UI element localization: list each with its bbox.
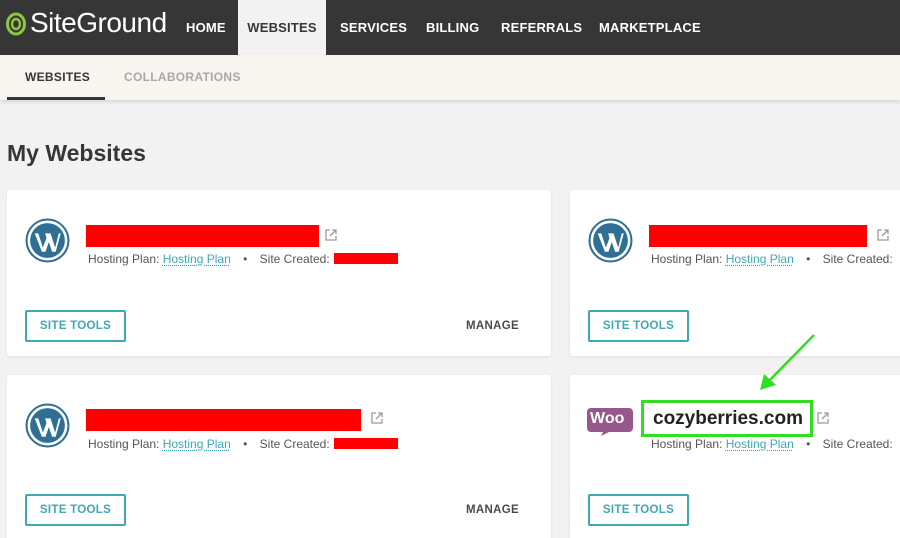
page-title: My Websites	[7, 140, 146, 167]
nav-billing[interactable]: BILLING	[426, 0, 479, 55]
hosting-plan-link[interactable]: Hosting Plan	[726, 252, 794, 266]
separator-dot: •	[806, 437, 810, 451]
nav-services[interactable]: SERVICES	[340, 0, 407, 55]
siteground-logo-icon	[6, 8, 26, 38]
nav-marketplace[interactable]: MARKETPLACE	[599, 0, 701, 55]
external-link-icon[interactable]	[370, 411, 384, 425]
woocommerce-icon: Woo	[587, 408, 633, 436]
nav-home[interactable]: HOME	[186, 0, 226, 55]
site-tools-button[interactable]: SITE TOOLS	[25, 310, 126, 342]
tab-websites[interactable]: WEBSITES	[25, 55, 90, 100]
hosting-plan-link[interactable]: Hosting Plan	[726, 437, 794, 451]
site-name-redacted[interactable]	[86, 409, 361, 431]
manage-button[interactable]: MANAGE	[466, 504, 519, 516]
hosting-plan-label: Hosting Plan:	[651, 437, 722, 451]
separator-dot: •	[243, 437, 247, 451]
brand-name: SiteGround	[30, 7, 167, 39]
separator-dot: •	[806, 252, 810, 266]
external-link-icon[interactable]	[324, 228, 338, 242]
site-card: Hosting Plan: Hosting Plan • Site Create…	[7, 190, 551, 356]
site-meta: Hosting Plan: Hosting Plan • Site Create…	[651, 252, 893, 266]
site-meta: Hosting Plan: Hosting Plan • Site Create…	[651, 437, 893, 451]
site-created-label: Site Created:	[823, 437, 893, 451]
site-name-highlight: cozyberries.com	[641, 400, 813, 437]
site-created-redacted	[334, 253, 398, 264]
site-name-redacted[interactable]	[649, 225, 867, 247]
siteground-logo[interactable]: SiteGround	[6, 6, 167, 40]
site-created-label: Site Created:	[260, 252, 330, 266]
manage-button[interactable]: MANAGE	[466, 320, 519, 332]
sub-navigation: WEBSITES COLLABORATIONS	[0, 55, 900, 100]
hosting-plan-label: Hosting Plan:	[651, 252, 722, 266]
nav-referrals[interactable]: REFERRALS	[501, 0, 582, 55]
tab-collaborations[interactable]: COLLABORATIONS	[124, 55, 241, 100]
top-navigation: SiteGround HOME WEBSITES SERVICES BILLIN…	[0, 0, 900, 55]
site-card: Hosting Plan: Hosting Plan • Site Create…	[570, 190, 900, 356]
hosting-plan-link[interactable]: Hosting Plan	[163, 437, 231, 451]
site-tools-button[interactable]: SITE TOOLS	[25, 494, 126, 526]
site-tools-button[interactable]: SITE TOOLS	[588, 494, 689, 526]
hosting-plan-link[interactable]: Hosting Plan	[163, 252, 231, 266]
site-name-redacted[interactable]	[86, 225, 319, 247]
site-created-label: Site Created:	[260, 437, 330, 451]
hosting-plan-label: Hosting Plan:	[88, 437, 159, 451]
site-meta: Hosting Plan: Hosting Plan • Site Create…	[88, 437, 398, 451]
site-name[interactable]: cozyberries.com	[653, 408, 803, 430]
active-tab-indicator	[7, 97, 105, 100]
wordpress-icon	[588, 218, 633, 263]
site-meta: Hosting Plan: Hosting Plan • Site Create…	[88, 252, 398, 266]
site-created-redacted	[334, 438, 398, 449]
external-link-icon[interactable]	[816, 411, 830, 425]
site-tools-button[interactable]: SITE TOOLS	[588, 310, 689, 342]
site-card: Woo cozyberries.com Hosting Plan: Hostin…	[570, 375, 900, 538]
site-created-label: Site Created:	[823, 252, 893, 266]
wordpress-icon	[25, 218, 70, 263]
wordpress-icon	[25, 403, 70, 448]
annotation-arrow-icon	[750, 330, 820, 394]
separator-dot: •	[243, 252, 247, 266]
hosting-plan-label: Hosting Plan:	[88, 252, 159, 266]
woocommerce-icon-text: Woo	[590, 410, 624, 428]
external-link-icon[interactable]	[876, 228, 890, 242]
site-card: Hosting Plan: Hosting Plan • Site Create…	[7, 375, 551, 538]
nav-websites[interactable]: WEBSITES	[238, 0, 326, 55]
